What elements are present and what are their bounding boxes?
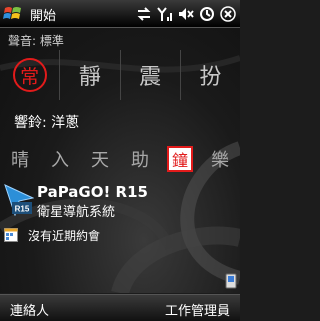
app-name: PaPaGO! R15	[37, 183, 148, 201]
app-description: 衛星導航系統	[37, 205, 116, 220]
ringtone-option[interactable]: 樂	[200, 136, 240, 182]
ringtone-option[interactable]: 入	[40, 136, 80, 182]
close-icon[interactable]	[220, 5, 236, 22]
ringtone-glyph: 樂	[211, 150, 229, 171]
profile-glyph: 常	[20, 65, 40, 88]
sound-profile-selector: 常 靜 震 扮	[0, 50, 240, 100]
taskbar: 開始	[0, 0, 240, 28]
calendar-icon	[4, 228, 18, 242]
sound-profile-label: 聲音: 標準	[8, 34, 64, 48]
contacts-softkey[interactable]: 連絡人	[10, 300, 49, 319]
calendar-item[interactable]: 沒有近期約會	[0, 225, 240, 245]
ringtone-glyph: 晴	[11, 150, 29, 171]
task-manager-softkey[interactable]: 工作管理員	[165, 300, 230, 319]
profile-normal[interactable]: 常	[0, 50, 61, 100]
papago-icon-label: R15	[15, 205, 30, 214]
profile-silent[interactable]: 靜	[60, 50, 121, 100]
ringtone-glyph: 天	[91, 150, 109, 171]
start-label[interactable]: 開始	[30, 5, 56, 24]
calendar-text: 沒有近期約會	[28, 229, 101, 243]
today-screen: 聲音: 標準 常 靜 震 扮 響鈴: 洋蔥 晴 入 天 助 鐘 樂 R15 Pa…	[0, 28, 240, 293]
connectivity-icon[interactable]	[199, 6, 215, 22]
profile-glyph: 扮	[199, 65, 222, 90]
ringtone-glyph: 鐘	[171, 151, 188, 170]
papago-shortcut[interactable]: R15 PaPaGO! R15 衛星導航系統	[0, 180, 240, 220]
ringtone-selector: 晴 入 天 助 鐘 樂	[0, 136, 240, 182]
softkey-bar: 連絡人 工作管理員	[0, 294, 240, 321]
ringtone-option[interactable]: 晴	[0, 136, 40, 182]
ringtone-glyph: 助	[131, 150, 149, 171]
volume-muted-icon[interactable]	[178, 6, 194, 22]
profile-glyph: 震	[139, 65, 162, 90]
profile-vibrate[interactable]: 震	[121, 50, 181, 100]
sync-icon[interactable]	[136, 6, 152, 22]
selected-ringtone-box: 鐘	[167, 146, 193, 172]
device-icon[interactable]	[225, 273, 237, 289]
ringtone-option[interactable]: 助	[120, 136, 160, 182]
signal-icon[interactable]	[157, 6, 173, 22]
papago-app-icon: R15	[4, 184, 34, 216]
ringtone-option-selected[interactable]: 鐘	[160, 136, 200, 182]
status-icons	[136, 4, 236, 23]
ringtone-label[interactable]: 響鈴: 洋蔥	[14, 112, 79, 132]
profile-glyph: 靜	[78, 65, 101, 90]
windows-logo-icon[interactable]	[3, 4, 23, 24]
active-profile-badge: 常	[12, 58, 47, 92]
profile-custom[interactable]: 扮	[181, 50, 240, 100]
ringtone-glyph: 入	[51, 150, 69, 171]
ringtone-option[interactable]: 天	[80, 136, 120, 182]
